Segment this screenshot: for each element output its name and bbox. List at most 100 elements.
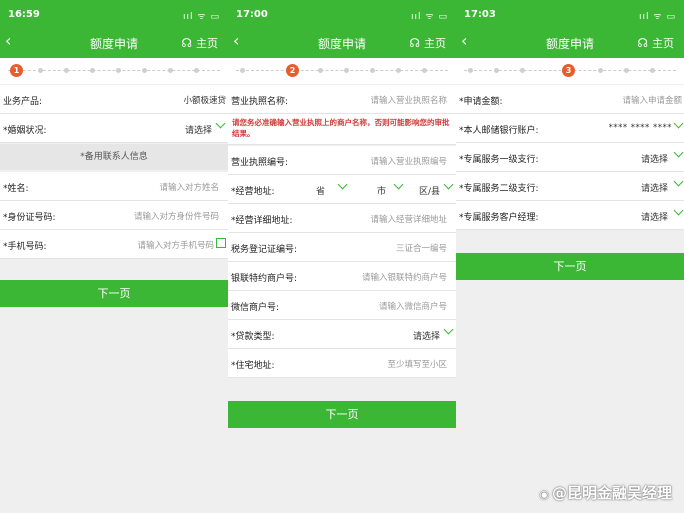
next-page-button[interactable]: 下一页 bbox=[0, 280, 228, 307]
address-row: *经营地址: 省 市 区/县 bbox=[228, 175, 456, 204]
account-value: **** **** **** bbox=[608, 123, 672, 133]
manager-select[interactable]: 请选择 bbox=[641, 210, 668, 223]
amount-label: *申请金额: bbox=[459, 97, 503, 107]
home-label: 主页 bbox=[652, 37, 674, 50]
license-no-row[interactable]: 营业执照编号: 请输入营业执照编号 bbox=[228, 146, 456, 175]
chevron-down-icon bbox=[443, 324, 454, 335]
id-label: *身份证号码: bbox=[3, 213, 56, 223]
chevron-down-icon bbox=[443, 179, 454, 190]
amount-row[interactable]: *申请金额: 请输入申请金额 bbox=[456, 85, 684, 114]
branch1-select[interactable]: 请选择 bbox=[641, 152, 668, 165]
product-label: 业务产品: bbox=[3, 97, 43, 107]
wechat-row[interactable]: 微信商户号: 请输入微信商户号 bbox=[228, 291, 456, 320]
branch1-label: *专属服务一级支行: bbox=[459, 155, 539, 165]
nav-bar: ‹ 额度申请 ☊ 主页 bbox=[228, 31, 456, 53]
unionpay-row[interactable]: 银联特约商户号: 请输入银联特约商户号 bbox=[228, 262, 456, 291]
account-label: *本人邮储银行账户: bbox=[459, 126, 539, 136]
city-select[interactable]: 市 bbox=[377, 184, 386, 197]
address-detail-label: *经营详细地址: bbox=[231, 216, 293, 226]
marital-select[interactable]: 请选择 bbox=[185, 123, 212, 136]
account-row[interactable]: *本人邮储银行账户: **** **** **** bbox=[456, 114, 684, 143]
phone-label: *手机号码: bbox=[3, 242, 47, 252]
home-link[interactable]: ☊ 主页 bbox=[181, 35, 218, 51]
tax-row[interactable]: 税务登记证编号: 三证合一编号 bbox=[228, 233, 456, 262]
unionpay-label: 银联特约商户号: bbox=[231, 274, 298, 284]
home-address-input[interactable]: 至少填写至小区 bbox=[387, 358, 447, 370]
manager-row[interactable]: *专属服务客户经理: 请选择 bbox=[456, 201, 684, 230]
phone-row[interactable]: *手机号码: 请输入对方手机号码 bbox=[0, 230, 228, 259]
address-label: *经营地址: bbox=[231, 187, 275, 197]
wechat-input[interactable]: 请输入微信商户号 bbox=[379, 300, 447, 312]
contacts-picker-icon[interactable] bbox=[216, 238, 226, 248]
home-label: 主页 bbox=[196, 37, 218, 50]
screen-step-2: 17:00 ııl ᯤ ▭ ‹ 额度申请 ☊ 主页 2 营业执照名称: 请输入营业… bbox=[228, 0, 456, 513]
status-time: 17:03 bbox=[464, 9, 496, 20]
chevron-down-icon bbox=[673, 118, 684, 129]
license-no-label: 营业执照编号: bbox=[231, 158, 289, 168]
unionpay-input[interactable]: 请输入银联特约商户号 bbox=[362, 271, 447, 283]
loan-type-select[interactable]: 请选择 bbox=[413, 329, 440, 342]
nav-bar: ‹ 额度申请 ☊ 主页 bbox=[456, 31, 684, 53]
status-bar: 17:00 ııl ᯤ ▭ bbox=[236, 9, 448, 22]
amount-input[interactable]: 请输入申请金额 bbox=[622, 94, 682, 106]
branch2-select[interactable]: 请选择 bbox=[641, 181, 668, 194]
weibo-logo-icon: ◉ bbox=[539, 488, 549, 501]
branch1-row[interactable]: *专属服务一级支行: 请选择 bbox=[456, 143, 684, 172]
headset-icon: ☊ bbox=[637, 36, 648, 50]
status-time: 16:59 bbox=[8, 9, 40, 20]
name-input[interactable]: 请输入对方姓名 bbox=[159, 181, 219, 193]
step-current-badge: 3 bbox=[562, 64, 575, 77]
status-icons: ııl ᯤ ▭ bbox=[183, 12, 220, 22]
license-warning-text: 请您务必准确输入营业执照上的商户名称，否则可能影响您的审批结果。 bbox=[228, 114, 456, 145]
chevron-down-icon bbox=[673, 205, 684, 216]
status-bar: 17:03 ııl ᯤ ▭ bbox=[464, 9, 676, 22]
home-address-label: *住宅地址: bbox=[231, 361, 275, 371]
district-select[interactable]: 区/县 bbox=[419, 184, 440, 197]
branch2-row[interactable]: *专属服务二级支行: 请选择 bbox=[456, 172, 684, 201]
phone-input[interactable]: 请输入对方手机号码 bbox=[137, 239, 214, 251]
marital-label: *婚姻状况: bbox=[3, 126, 47, 136]
home-link[interactable]: ☊ 主页 bbox=[409, 35, 446, 51]
headset-icon: ☊ bbox=[181, 36, 192, 50]
id-input[interactable]: 请输入对方身份件号码 bbox=[134, 210, 219, 222]
province-select[interactable]: 省 bbox=[316, 184, 325, 197]
step-progress: 3 bbox=[456, 58, 684, 84]
id-row[interactable]: *身份证号码: 请输入对方身份件号码 bbox=[0, 201, 228, 230]
loan-type-label: *贷款类型: bbox=[231, 332, 275, 342]
branch2-label: *专属服务二级支行: bbox=[459, 184, 539, 194]
wechat-label: 微信商户号: bbox=[231, 303, 280, 313]
top-bar: 17:03 ııl ᯤ ▭ ‹ 额度申请 ☊ 主页 bbox=[456, 0, 684, 58]
license-no-input[interactable]: 请输入营业执照编号 bbox=[370, 155, 447, 167]
product-row: 业务产品: 小额极速贷 bbox=[0, 85, 228, 114]
product-value: 小额极速贷 bbox=[183, 96, 226, 106]
license-name-input[interactable]: 请输入营业执照名称 bbox=[370, 94, 447, 106]
step-current-badge: 2 bbox=[286, 64, 299, 77]
status-icons: ııl ᯤ ▭ bbox=[411, 12, 448, 22]
tax-label: 税务登记证编号: bbox=[231, 245, 298, 255]
manager-label: *专属服务客户经理: bbox=[459, 213, 539, 223]
next-page-button[interactable]: 下一页 bbox=[228, 401, 456, 428]
status-icons: ııl ᯤ ▭ bbox=[639, 12, 676, 22]
name-row[interactable]: *姓名: 请输入对方姓名 bbox=[0, 172, 228, 201]
top-bar: 16:59 ııl ᯤ ▭ ‹ 额度申请 ☊ 主页 bbox=[0, 0, 228, 58]
address-detail-row[interactable]: *经营详细地址: 请输入经营详细地址 bbox=[228, 204, 456, 233]
status-time: 17:00 bbox=[236, 9, 268, 20]
nav-bar: ‹ 额度申请 ☊ 主页 bbox=[0, 31, 228, 53]
backup-contact-section-title: *备用联系人信息 bbox=[0, 144, 228, 170]
license-name-row[interactable]: 营业执照名称: 请输入营业执照名称 bbox=[228, 85, 456, 114]
home-label: 主页 bbox=[424, 37, 446, 50]
headset-icon: ☊ bbox=[409, 36, 420, 50]
next-page-button[interactable]: 下一页 bbox=[456, 253, 684, 280]
name-label: *姓名: bbox=[3, 184, 29, 194]
home-link[interactable]: ☊ 主页 bbox=[637, 35, 674, 51]
marital-row[interactable]: *婚姻状况: 请选择 bbox=[0, 114, 228, 143]
tax-input[interactable]: 三证合一编号 bbox=[396, 242, 447, 254]
screen-step-3: 17:03 ııl ᯤ ▭ ‹ 额度申请 ☊ 主页 3 *申请金额: 请输入申请金… bbox=[456, 0, 684, 513]
screen-step-1: 16:59 ııl ᯤ ▭ ‹ 额度申请 ☊ 主页 1 业务产品: 小额极速贷 *… bbox=[0, 0, 228, 513]
chevron-down-icon bbox=[673, 147, 684, 158]
top-bar: 17:00 ııl ᯤ ▭ ‹ 额度申请 ☊ 主页 bbox=[228, 0, 456, 58]
loan-type-row[interactable]: *贷款类型: 请选择 bbox=[228, 320, 456, 349]
address-detail-input[interactable]: 请输入经营详细地址 bbox=[370, 213, 447, 225]
home-address-row[interactable]: *住宅地址: 至少填写至小区 bbox=[228, 349, 456, 378]
chevron-down-icon bbox=[337, 179, 348, 190]
